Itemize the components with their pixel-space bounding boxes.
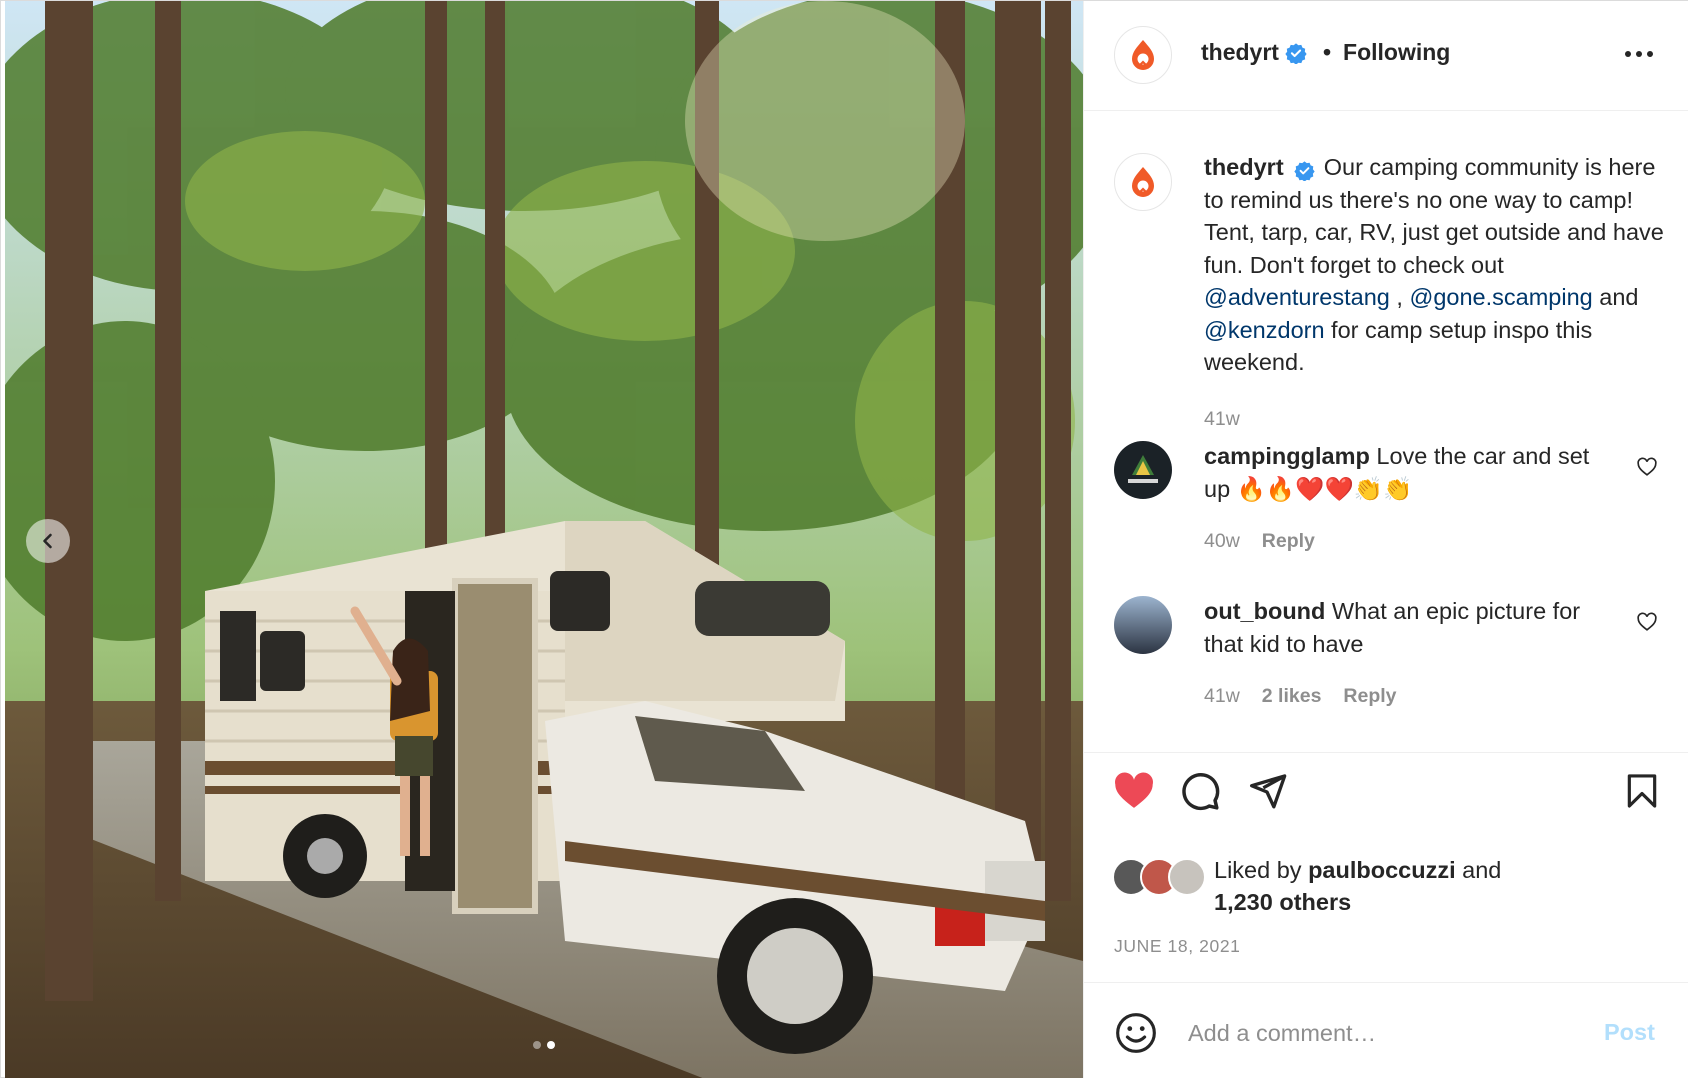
carousel-dots (5, 1041, 1083, 1049)
header-separator: • (1322, 39, 1332, 65)
rv-forest-photo (5, 1, 1083, 1078)
bookmark-icon (1627, 774, 1657, 808)
mention-link[interactable]: @gone.scamping (1409, 284, 1592, 310)
caption-username[interactable]: thedyrt (1204, 154, 1284, 180)
liker-username[interactable]: paulboccuzzi (1308, 857, 1456, 883)
account-username[interactable]: thedyrt (1201, 39, 1279, 66)
post-actions: Liked by paulboccuzzi and 1,230 others J… (1084, 752, 1688, 982)
like-button[interactable] (1110, 767, 1158, 815)
mention-link[interactable]: @kenzdorn (1204, 317, 1325, 343)
reply-button[interactable]: Reply (1262, 530, 1315, 553)
caption-body-3: and (1592, 284, 1639, 310)
comment-text: campingglamp Love the car and set up 🔥🔥❤… (1204, 440, 1614, 505)
chevron-left-icon (43, 533, 52, 549)
post-photo (5, 1, 1083, 1078)
likes-prefix: Liked by (1214, 857, 1309, 883)
share-button[interactable] (1244, 767, 1292, 815)
comment-timestamp[interactable]: 40w (1204, 530, 1240, 553)
header-user-line: thedyrt • Following (1201, 39, 1450, 66)
comments-list[interactable]: thedyrt Our camping community is here to… (1084, 112, 1688, 752)
save-button[interactable] (1618, 767, 1666, 815)
post-date[interactable]: JUNE 18, 2021 (1114, 936, 1240, 957)
camping-logo-icon (1128, 455, 1158, 483)
likes-others-link[interactable]: 1,230 others (1214, 889, 1351, 915)
caption-avatar[interactable] (1114, 153, 1172, 211)
post-side-panel: thedyrt • Following thedyrt Our camping … (1083, 1, 1688, 1078)
scroll-fade (1084, 712, 1688, 752)
heart-outline-icon[interactable] (1636, 456, 1658, 478)
comment-like-count[interactable]: 2 likes (1262, 685, 1322, 708)
paper-plane-icon (1250, 774, 1287, 809)
verified-badge-icon (1294, 161, 1315, 181)
smiley-icon[interactable] (1114, 1011, 1158, 1055)
commenter-avatar[interactable] (1114, 441, 1172, 499)
comment-text: out_bound What an epic picture for that … (1204, 595, 1614, 660)
likes-suffix: and (1455, 857, 1502, 883)
liker-avatars (1112, 858, 1212, 898)
comment-meta: 41w 2 likes Reply (1204, 685, 1397, 708)
following-button[interactable]: Following (1343, 39, 1450, 66)
comment-username[interactable]: out_bound (1204, 598, 1325, 624)
caption-text: thedyrt Our camping community is here to… (1204, 151, 1669, 379)
thedyrt-logo-icon (1132, 167, 1154, 197)
mention-link[interactable]: @adventurestang (1204, 284, 1390, 310)
heart-outline-icon[interactable] (1636, 611, 1658, 633)
instagram-post-modal: thedyrt • Following thedyrt Our camping … (0, 0, 1688, 1078)
more-dot-icon (1625, 51, 1631, 57)
more-dot-icon (1636, 51, 1642, 57)
carousel-dot (533, 1041, 541, 1049)
liker-avatar[interactable] (1168, 858, 1206, 896)
account-avatar[interactable] (1114, 26, 1172, 84)
likes-text: Liked by paulboccuzzi and 1,230 others (1214, 854, 1634, 918)
post-comment-button[interactable]: Post (1604, 1019, 1655, 1046)
comment-bubble-icon (1182, 773, 1220, 811)
comment-meta: 40w Reply (1204, 530, 1315, 553)
caption-timestamp[interactable]: 41w (1204, 408, 1240, 431)
comment-timestamp[interactable]: 41w (1204, 685, 1240, 708)
more-dot-icon (1647, 51, 1653, 57)
carousel-prev-button[interactable] (26, 519, 70, 563)
comment-input[interactable] (1188, 1013, 1568, 1053)
commenter-avatar[interactable] (1114, 596, 1172, 654)
caption-body-2: , (1389, 284, 1410, 310)
more-options-button[interactable] (1619, 37, 1659, 71)
heart-filled-icon (1115, 772, 1153, 808)
post-header: thedyrt • Following (1084, 1, 1688, 111)
add-comment-bar: Post (1084, 982, 1688, 1078)
thedyrt-logo-icon (1132, 40, 1154, 70)
verified-badge-icon (1285, 42, 1307, 64)
reply-button[interactable]: Reply (1343, 685, 1396, 708)
comment-button[interactable] (1176, 767, 1224, 815)
comment-username[interactable]: campingglamp (1204, 443, 1370, 469)
carousel-dot-active (547, 1041, 555, 1049)
